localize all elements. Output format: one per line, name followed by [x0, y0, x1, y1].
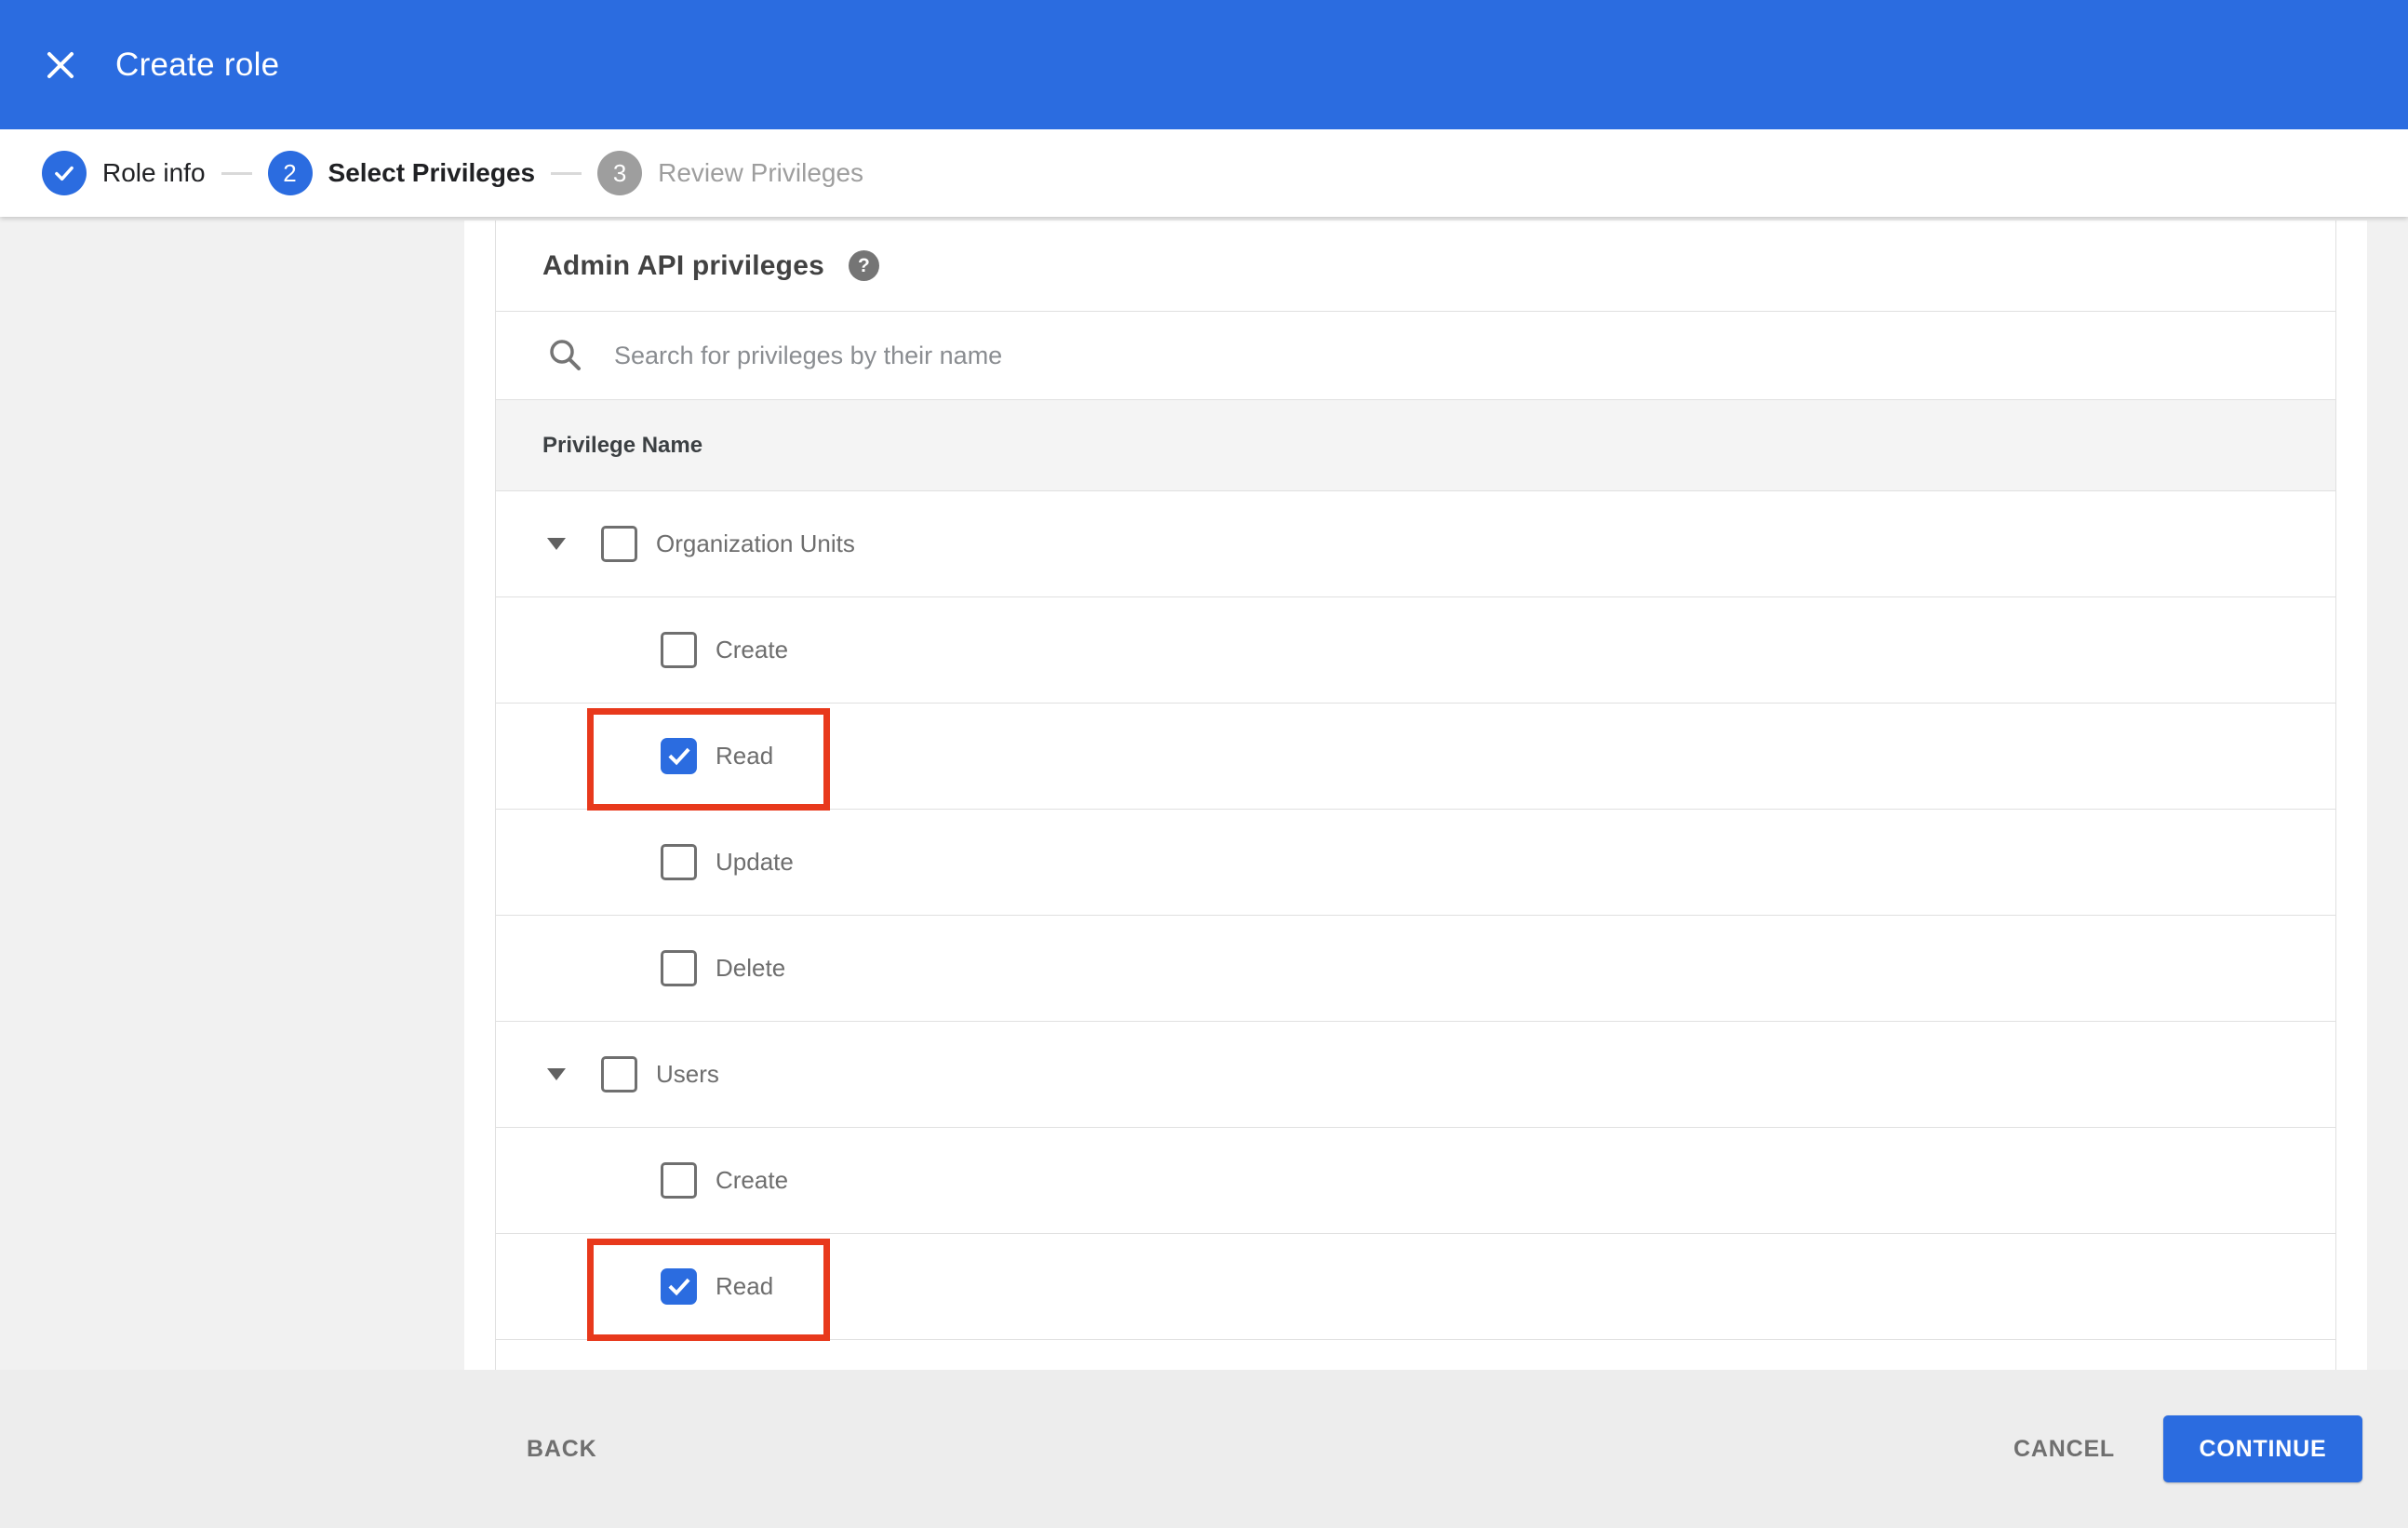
- app-bar: Create role: [0, 0, 2408, 129]
- step-connector: [551, 171, 582, 175]
- step-completed-check-icon: [42, 151, 87, 195]
- footer-actions: CANCEL CONTINUE: [2010, 1415, 2362, 1482]
- privilege-row-organization-units: Organization Units: [496, 491, 2335, 597]
- orgunits-read-checkbox[interactable]: [661, 738, 697, 774]
- cancel-button[interactable]: CANCEL: [2010, 1427, 2119, 1472]
- red-highlight-box: [587, 1239, 830, 1341]
- dialog-title: Create role: [115, 47, 280, 83]
- privilege-row-orgunits-update: Update: [496, 810, 2335, 916]
- orgunits-delete-checkbox[interactable]: [661, 950, 697, 986]
- users-create-checkbox[interactable]: [661, 1162, 697, 1199]
- privilege-row-users-create: Create: [496, 1128, 2335, 1234]
- privilege-row-orgunits-read: Read: [496, 704, 2335, 811]
- privilege-row-clipped: [496, 1340, 2335, 1369]
- step-label: Role info: [102, 158, 206, 187]
- privilege-label: Create: [716, 1166, 789, 1194]
- collapse-arrow-icon[interactable]: [547, 1068, 566, 1080]
- privilege-label: Read: [716, 1272, 774, 1300]
- privileges-card: Admin API privileges ? Privilege Name: [464, 221, 2367, 1370]
- organization-units-checkbox[interactable]: [601, 526, 637, 562]
- help-icon[interactable]: ?: [848, 250, 879, 281]
- step-select-privileges[interactable]: 2 Select Privileges: [267, 151, 536, 195]
- privilege-label: Users: [656, 1060, 719, 1088]
- create-role-dialog: Create role Role info 2 Select Privilege…: [0, 0, 2408, 1528]
- step-label: Select Privileges: [328, 158, 536, 187]
- search-icon: [547, 337, 584, 374]
- privilege-label: Create: [716, 636, 789, 663]
- search-input[interactable]: [612, 340, 1865, 371]
- step-number: 2: [267, 151, 313, 195]
- footer-bar: BACK CANCEL CONTINUE: [0, 1370, 2408, 1528]
- section-title: Admin API privileges: [542, 249, 824, 281]
- orgunits-update-checkbox[interactable]: [661, 844, 697, 880]
- orgunits-create-checkbox[interactable]: [661, 632, 697, 668]
- close-icon[interactable]: [46, 50, 75, 80]
- privilege-label: Update: [716, 848, 794, 876]
- privilege-label: Read: [716, 742, 774, 770]
- table-header: Privilege Name: [496, 400, 2335, 491]
- privilege-row-users-read: Read: [496, 1234, 2335, 1341]
- wizard-stepper: Role info 2 Select Privileges 3 Review P…: [0, 129, 2408, 217]
- privilege-row-users: Users: [496, 1022, 2335, 1128]
- users-read-checkbox[interactable]: [661, 1268, 697, 1305]
- users-checkbox[interactable]: [601, 1056, 637, 1092]
- card-heading: Admin API privileges ?: [496, 221, 2335, 312]
- step-role-info[interactable]: Role info: [42, 151, 206, 195]
- privilege-label: Delete: [716, 954, 786, 982]
- step-review-privileges[interactable]: 3 Review Privileges: [597, 151, 863, 195]
- privileges-table-container: Admin API privileges ? Privilege Name: [495, 221, 2336, 1370]
- page-background: Admin API privileges ? Privilege Name: [0, 217, 2408, 1528]
- privilege-row-orgunits-delete: Delete: [496, 916, 2335, 1022]
- step-connector: [221, 171, 252, 175]
- back-button[interactable]: BACK: [523, 1427, 600, 1472]
- red-highlight-box: [587, 708, 830, 811]
- collapse-arrow-icon[interactable]: [547, 538, 566, 550]
- continue-button[interactable]: CONTINUE: [2163, 1415, 2362, 1482]
- privilege-search-row: [496, 312, 2335, 400]
- step-label: Review Privileges: [658, 158, 864, 187]
- column-header-privilege-name: Privilege Name: [542, 432, 703, 458]
- privilege-row-orgunits-create: Create: [496, 597, 2335, 704]
- step-number: 3: [597, 151, 643, 195]
- privilege-label: Organization Units: [656, 529, 855, 557]
